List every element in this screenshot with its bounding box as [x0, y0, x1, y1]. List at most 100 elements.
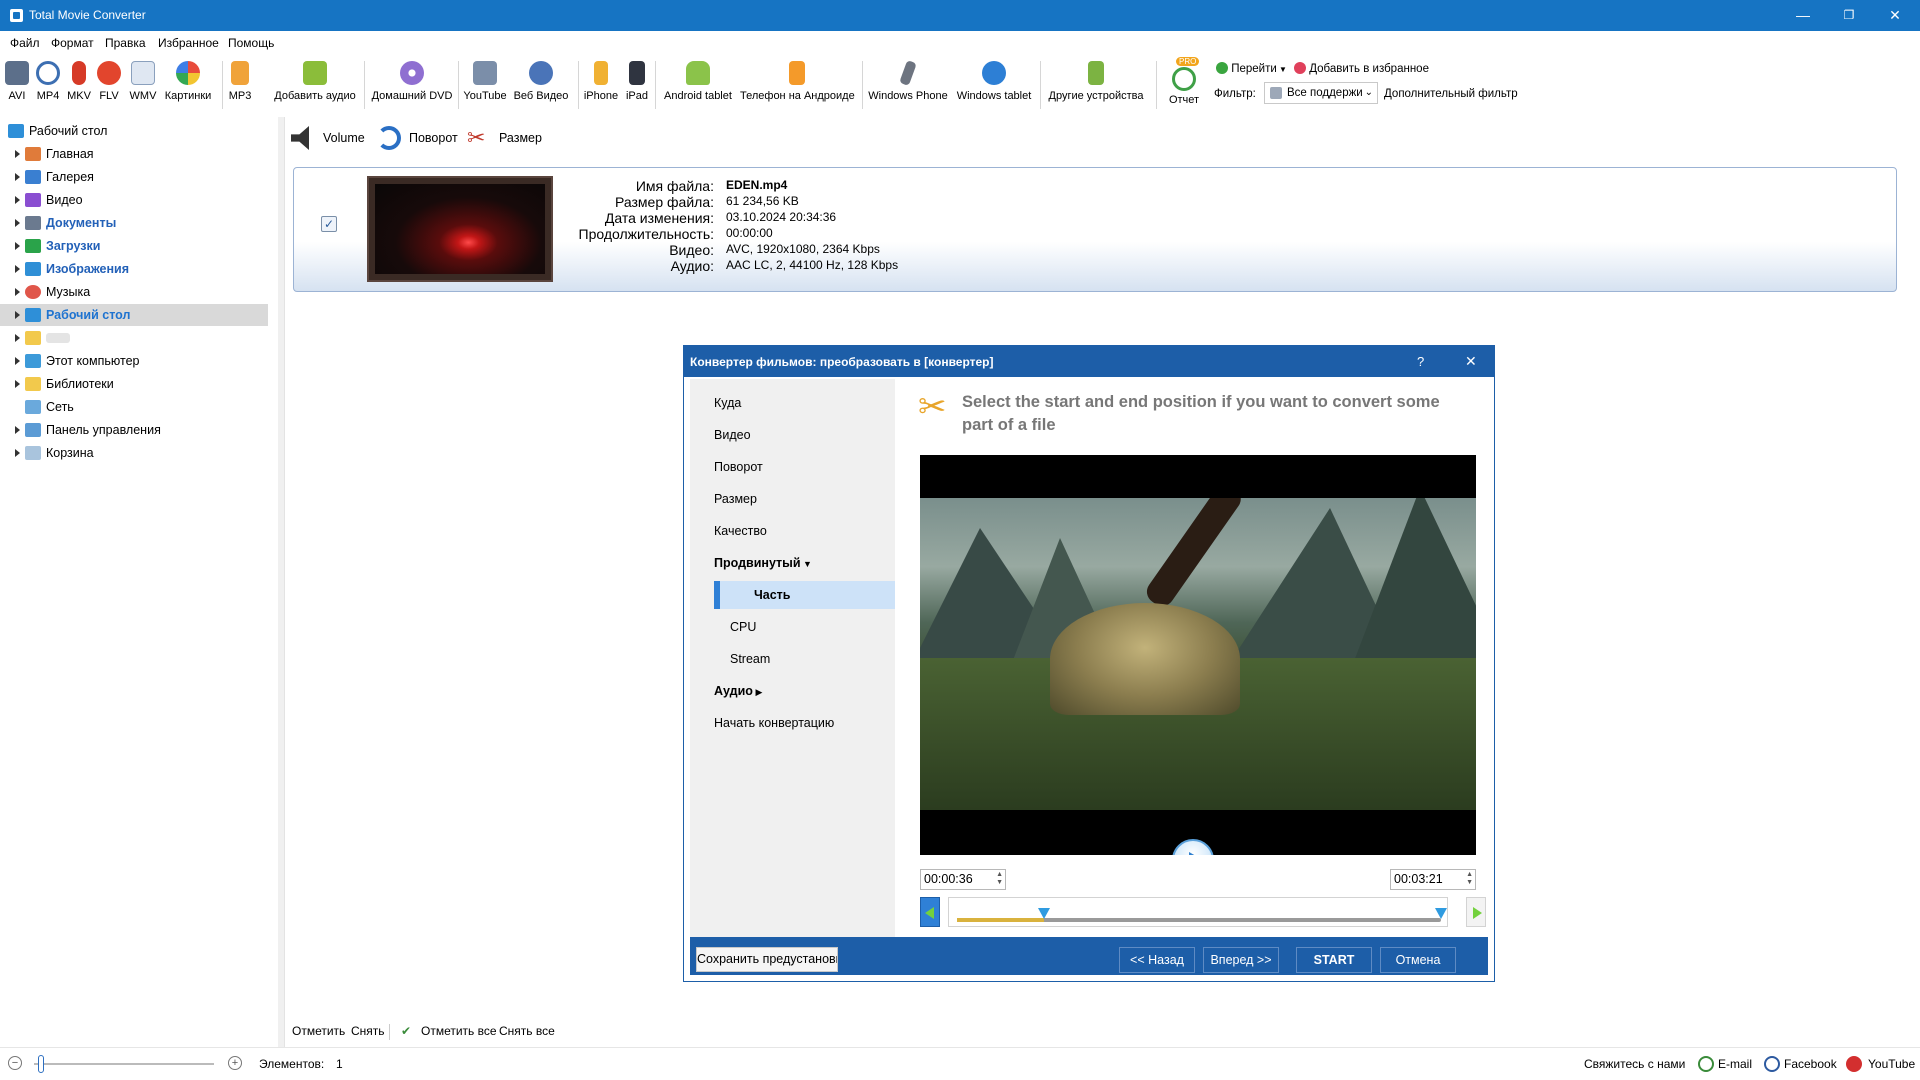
end-time-spinner[interactable]: ▲ ▼ — [1466, 871, 1473, 887]
youtube-link[interactable]: YouTube — [1868, 1057, 1915, 1071]
menu-edit[interactable]: Правка — [105, 36, 146, 50]
volume-button[interactable]: Volume — [291, 125, 371, 151]
unmark-button[interactable]: Снять — [351, 1024, 385, 1038]
expand-icon[interactable] — [15, 288, 20, 296]
add-audio-button[interactable]: Добавить аудио — [272, 61, 358, 111]
save-preset-button[interactable]: Сохранить предустановк — [696, 947, 838, 972]
timeline-track[interactable] — [948, 897, 1448, 927]
zoom-out-icon[interactable]: − — [8, 1056, 22, 1070]
menu-file[interactable]: Файл — [10, 36, 40, 50]
tree-item-user-folder[interactable] — [0, 327, 268, 349]
format-avi-button[interactable]: AVI — [4, 61, 30, 111]
filter-dropdown[interactable]: Все поддержи ⌄ — [1264, 82, 1378, 104]
iphone-button[interactable]: iPhone — [582, 61, 620, 111]
mark-button[interactable]: Отметить — [292, 1024, 345, 1038]
file-card[interactable]: ✓ Имя файла: EDEN.mp4 Размер файла: 61 2… — [293, 167, 1897, 292]
nav-video[interactable]: Видео — [690, 421, 895, 449]
nav-quality[interactable]: Качество — [690, 517, 895, 545]
expand-icon[interactable] — [15, 173, 20, 181]
cancel-button[interactable]: Отмена — [1380, 947, 1456, 973]
email-link[interactable]: E-mail — [1718, 1057, 1752, 1071]
windows-tablet-button[interactable]: Windows tablet — [954, 61, 1034, 111]
menu-format[interactable]: Формат — [51, 36, 94, 50]
android-phone-button[interactable]: Телефон на Андроиде — [740, 61, 855, 111]
tree-item-control-panel[interactable]: Панель управления — [0, 419, 268, 441]
set-start-button[interactable] — [920, 897, 940, 927]
tree-item-music[interactable]: Музыка — [0, 281, 268, 303]
set-end-button[interactable] — [1466, 897, 1486, 927]
video-preview[interactable] — [920, 455, 1476, 855]
add-favorites-button[interactable]: Добавить в избранное — [1294, 62, 1429, 78]
extra-filter-link[interactable]: Дополнительный фильтр — [1384, 88, 1518, 100]
windows-phone-button[interactable]: Windows Phone — [868, 60, 948, 111]
zoom-slider-thumb[interactable] — [38, 1055, 44, 1073]
size-button[interactable]: ✂ Размер — [467, 125, 547, 151]
expand-icon[interactable] — [15, 380, 20, 388]
play-button[interactable] — [1172, 839, 1214, 855]
nav-stream[interactable]: Stream — [690, 645, 895, 673]
tree-item-downloads[interactable]: Загрузки — [0, 235, 268, 257]
tree-item-documents[interactable]: Документы — [0, 212, 268, 234]
android-tablet-button[interactable]: Android tablet — [660, 61, 736, 111]
close-button[interactable]: ✕ — [1872, 0, 1918, 31]
format-flv-button[interactable]: FLV — [96, 61, 122, 111]
menu-favorites[interactable]: Избранное — [158, 36, 219, 50]
start-marker[interactable] — [1038, 908, 1050, 919]
restore-button[interactable]: ❐ — [1826, 0, 1872, 31]
back-button[interactable]: << Назад — [1119, 947, 1195, 973]
tree-item-gallery[interactable]: Галерея — [0, 166, 268, 188]
nav-start-conversion[interactable]: Начать конвертацию — [690, 709, 895, 737]
nav-audio[interactable]: Аудио ▶ — [690, 677, 895, 705]
expand-icon[interactable] — [15, 311, 20, 319]
expand-icon[interactable] — [15, 334, 20, 342]
nav-cpu[interactable]: CPU — [690, 613, 895, 641]
tree-item-home[interactable]: Главная — [0, 143, 268, 165]
format-mkv-button[interactable]: MKV — [66, 61, 92, 111]
format-mp3-button[interactable]: MP3 — [228, 61, 252, 111]
facebook-link[interactable]: Facebook — [1784, 1057, 1837, 1071]
expand-icon[interactable] — [15, 449, 20, 457]
tree-item-desktop[interactable]: Рабочий стол — [0, 304, 268, 326]
tree-item-recycle-bin[interactable]: Корзина — [0, 442, 268, 464]
mark-all-button[interactable]: Отметить все — [421, 1024, 497, 1038]
expand-icon[interactable] — [15, 357, 20, 365]
unmark-all-button[interactable]: Снять все — [499, 1024, 555, 1038]
nav-size[interactable]: Размер — [690, 485, 895, 513]
zoom-in-icon[interactable]: + — [228, 1056, 242, 1070]
report-button[interactable]: PRO Отчет — [1164, 57, 1204, 113]
format-mp4-button[interactable]: MP4 — [34, 61, 62, 111]
tree-item-images[interactable]: Изображения — [0, 258, 268, 280]
start-time-spinner[interactable]: ▲ ▼ — [996, 871, 1003, 887]
expand-icon[interactable] — [15, 196, 20, 204]
expand-icon[interactable] — [15, 242, 20, 250]
youtube-button[interactable]: YouTube — [462, 61, 508, 111]
ipad-button[interactable]: iPad — [624, 61, 650, 111]
tree-root-desktop[interactable]: Рабочий стол — [0, 120, 268, 142]
tree-item-network[interactable]: Сеть — [0, 396, 268, 418]
expand-icon[interactable] — [15, 426, 20, 434]
expand-icon[interactable] — [15, 265, 20, 273]
tree-item-libraries[interactable]: Библиотеки — [0, 373, 268, 395]
dialog-close-button[interactable]: ✕ — [1465, 353, 1477, 370]
nav-advanced[interactable]: Продвинутый ▼ — [690, 549, 895, 577]
other-devices-button[interactable]: Другие устройства — [1044, 61, 1148, 111]
start-button[interactable]: START — [1296, 947, 1372, 973]
end-time-field[interactable]: 00:03:21 ▲ ▼ — [1390, 869, 1476, 890]
nav-part[interactable]: Часть — [714, 581, 895, 609]
tree-item-this-pc[interactable]: Этот компьютер — [0, 350, 268, 372]
goto-button[interactable]: Перейти ▼ — [1216, 62, 1287, 78]
help-button[interactable]: ? — [1417, 354, 1424, 369]
expand-icon[interactable] — [15, 150, 20, 158]
format-wmv-button[interactable]: WMV — [128, 61, 158, 111]
expand-icon[interactable] — [15, 219, 20, 227]
tree-item-video[interactable]: Видео — [0, 189, 268, 211]
home-dvd-button[interactable]: Домашний DVD — [370, 61, 454, 111]
start-time-field[interactable]: 00:00:36 ▲ ▼ — [920, 869, 1006, 890]
web-video-button[interactable]: Веб Видео — [512, 61, 570, 111]
minimize-button[interactable]: — — [1780, 0, 1826, 31]
format-images-button[interactable]: Картинки — [164, 61, 212, 111]
nav-rotate[interactable]: Поворот — [690, 453, 895, 481]
contact-us-link[interactable]: Свяжитесь с нами — [1584, 1057, 1685, 1071]
rotate-button[interactable]: Поворот — [377, 125, 461, 151]
forward-button[interactable]: Вперед >> — [1203, 947, 1279, 973]
